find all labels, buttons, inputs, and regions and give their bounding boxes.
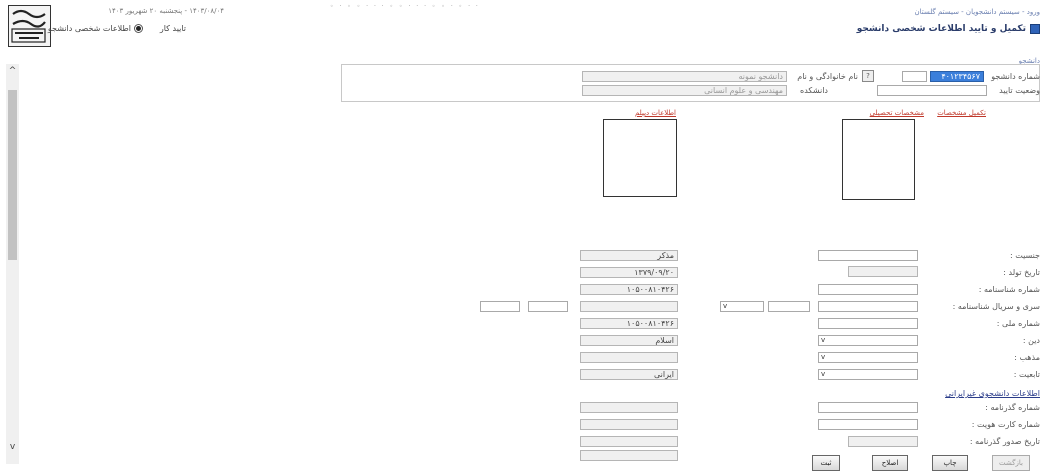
student-panel (341, 64, 1040, 102)
page-title-icon (1030, 24, 1040, 34)
edit-button-label: اصلاح (881, 459, 899, 467)
foreign-row-label: شماره کارت هویت : (971, 420, 1040, 429)
form-row-value (580, 301, 678, 312)
foreign-section-title: اطلاعات دانشجوی غیرایرانی (945, 389, 1040, 398)
serial-left-field-2[interactable] (480, 301, 520, 312)
student-name-label: نام خانوادگی و نام (797, 72, 858, 81)
form-row-value: ۱۳۷۹/۰۹/۲۰ (580, 267, 678, 278)
header-decoration: ◦ · ◦ ◦ · · · ◦ ◦ · · · ◦ ◦ · ◦ · · (330, 3, 480, 10)
form-row-input[interactable] (818, 284, 918, 295)
form-row-select[interactable]: v (818, 352, 918, 363)
form-row-select[interactable]: v (818, 369, 918, 380)
print-button-label: چاپ (943, 459, 957, 467)
form-row-input[interactable] (818, 318, 918, 329)
form-row-label: تابعیت : (1013, 370, 1040, 379)
form-row-label: شماره شناسنامه : (978, 285, 1040, 294)
form-row-label: تاریخ تولد : (1003, 268, 1040, 277)
form-row-value: مذکر (580, 250, 678, 261)
status-label: وضعیت تایید (999, 86, 1040, 95)
foreign-row-input[interactable] (818, 419, 918, 430)
breadcrumb[interactable]: ورود - سیستم دانشجویان - سیستم گلستان (880, 8, 1040, 16)
scrollbar-thumb[interactable] (8, 90, 17, 260)
scrollbar[interactable]: ^ v (6, 64, 19, 464)
form-row-select[interactable]: v (818, 335, 918, 346)
foreign-row-value (580, 402, 678, 413)
right-link-1[interactable]: تکمیل مشخصات (926, 108, 986, 118)
search-icon[interactable]: ? (862, 70, 874, 82)
student-name-field: دانشجو نمونه (582, 71, 787, 82)
logo (8, 5, 51, 47)
chevron-down-icon: v (821, 336, 826, 344)
print-button[interactable]: چاپ (932, 455, 968, 471)
student-id-extra-field[interactable] (902, 71, 927, 82)
mode-label: اطلاعات شخصی دانشجو (47, 24, 131, 33)
form-row-label: دین : (1022, 336, 1040, 345)
student-id-field[interactable]: ۴۰۱۲۳۴۵۶۷ (930, 71, 984, 82)
left-link[interactable]: اطلاعات دیپلم (620, 108, 676, 118)
birth-date-alt-field (848, 266, 918, 277)
status-field[interactable] (877, 85, 987, 96)
faculty-field: مهندسی و علوم انسانی (582, 85, 787, 96)
faculty-label: دانشکده (800, 86, 828, 95)
back-button-label: بازگشت (999, 459, 1023, 467)
form-row-value (580, 352, 678, 363)
scroll-down-arrow-icon[interactable]: v (6, 442, 19, 452)
form-row-value: ۱۰۵۰۰۸۱۰۴۲۶ (580, 318, 678, 329)
form-row-input[interactable] (818, 301, 918, 312)
student-photo (842, 119, 915, 200)
form-row-label: جنسیت : (1009, 251, 1040, 260)
serial-letter-select[interactable]: v (720, 301, 764, 312)
edit-button[interactable]: اصلاح (872, 455, 908, 471)
confirm-button[interactable]: ثبت (812, 455, 840, 471)
form-row-input[interactable] (818, 250, 918, 261)
form-row-value: ۱۰۵۰۰۸۱۰۴۲۶ (580, 284, 678, 295)
foreign-row-label: تاریخ صدور گذرنامه : (969, 437, 1040, 446)
foreign-row-value (580, 419, 678, 430)
form-row-value: ایرانی (580, 369, 678, 380)
chevron-down-icon: v (821, 370, 826, 378)
form-row-value: اسلام (580, 335, 678, 346)
passport-date-field (848, 436, 918, 447)
header-date: ۱۴۰۳/۰۸/۰۴ - پنجشنبه ۲۰ شهریور ۱۴۰۳ (108, 7, 224, 15)
student-id-label: شماره دانشجو (991, 72, 1040, 81)
page-title: تکمیل و تایید اطلاعات شخصی دانشجو (856, 24, 1026, 34)
form-row-label: شماره ملی : (996, 319, 1040, 328)
foreign-row-value (580, 436, 678, 447)
mode-option-label: تایید کار (159, 24, 186, 33)
right-link-2[interactable]: مشخصات تحصیلی (862, 108, 924, 118)
document-photo (603, 119, 677, 197)
confirm-button-label: ثبت (820, 459, 832, 467)
chevron-down-icon: v (821, 353, 826, 361)
serial-number-field[interactable] (768, 301, 810, 312)
back-button[interactable]: بازگشت (992, 455, 1030, 471)
foreign-row-input[interactable] (818, 402, 918, 413)
logo-glyph-icon (11, 9, 46, 43)
left-extra-field (580, 450, 678, 461)
form-row-label: مذهب : (1014, 353, 1040, 362)
foreign-row-label: شماره گذرنامه : (985, 403, 1040, 412)
scroll-up-arrow-icon[interactable]: ^ (6, 66, 19, 76)
serial-left-field-1[interactable] (528, 301, 568, 312)
mode-radio[interactable] (134, 24, 143, 33)
form-row-label: سری و سریال شناسنامه : (952, 302, 1040, 311)
